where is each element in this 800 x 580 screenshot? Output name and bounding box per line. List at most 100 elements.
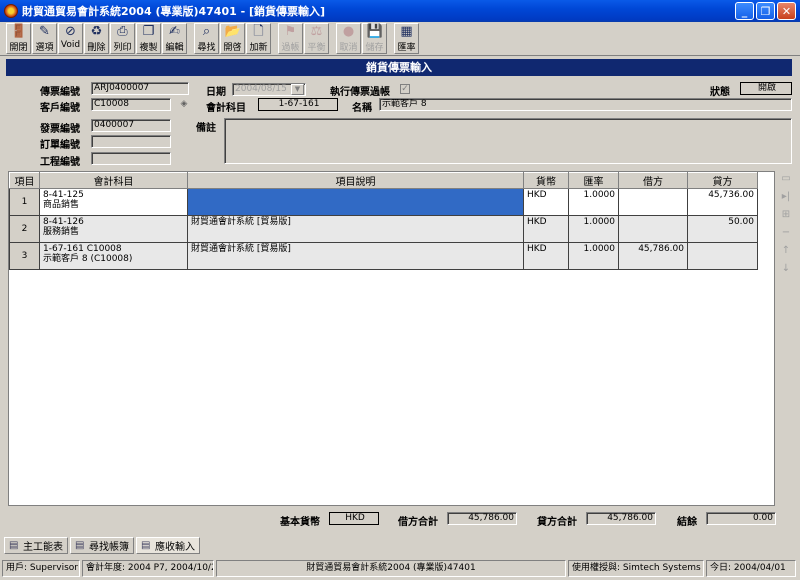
credit-cell[interactable]: 45,736.00 — [687, 188, 758, 216]
order-no-field[interactable] — [91, 135, 171, 148]
debit-total-label: 借方合計 — [398, 517, 438, 528]
col-header-debit[interactable]: 借方 — [618, 172, 688, 189]
customer-lookup-icon[interactable]: ◈ — [176, 99, 192, 113]
account-field[interactable]: 1-67-161 — [258, 98, 338, 111]
window-tab-icon: ▤ — [9, 539, 19, 551]
row-last-icon[interactable]: ▸| — [778, 189, 794, 205]
description-cell[interactable]: 財貿通會計系統 [貿易版] — [187, 215, 524, 243]
currency-cell[interactable]: HKD — [523, 242, 569, 270]
debit-cell[interactable] — [618, 188, 688, 216]
name-field[interactable]: 示範客戶 8 — [379, 98, 792, 111]
chevron-down-icon[interactable]: ▼ — [291, 84, 304, 95]
post-icon: ⚑ — [284, 24, 297, 39]
project-no-label: 工程編號 — [40, 157, 80, 168]
minimize-button[interactable]: _ — [735, 2, 754, 20]
toolbar-button-exchange-rate[interactable]: ▦ 匯率 — [394, 23, 419, 54]
voucher-no-label: 傳票編號 — [40, 87, 80, 98]
col-header-item[interactable]: 項目 — [9, 172, 40, 189]
name-label: 名稱 — [352, 103, 372, 114]
toolbar-button-print[interactable]: ⎙ 列印 — [110, 23, 135, 54]
col-header-description[interactable]: 項目說明 — [187, 172, 524, 189]
row-blank-icon[interactable]: ▭ — [778, 171, 794, 187]
table-row[interactable]: 2 8-41-126 服務銷售 財貿通會計系統 [貿易版] HKD 1.0000 … — [9, 215, 758, 243]
invoice-no-field[interactable]: 0400007 — [91, 119, 171, 132]
description-cell[interactable]: 財貿通會計系統 [貿易版] — [187, 242, 524, 270]
toolbar-button-save[interactable]: 💾 儲存 — [362, 23, 387, 54]
currency-cell[interactable]: HKD — [523, 215, 569, 243]
balance-label: 結餘 — [677, 517, 697, 528]
account-name: 示範客戶 8 (C10008) — [43, 254, 133, 264]
window-tabs: ▤ 主工能表 ▤ 尋找帳簿 ▤ 應收輸入 — [4, 537, 202, 555]
remarks-field[interactable] — [224, 118, 792, 164]
order-no-label: 訂單編號 — [40, 140, 80, 151]
debit-cell[interactable]: 45,786.00 — [618, 242, 688, 270]
copy-icon: ❐ — [142, 24, 155, 39]
toolbar-button-label: 編輯 — [165, 43, 184, 53]
tab-main-menu[interactable]: ▤ 主工能表 — [4, 537, 68, 554]
void-icon: ⊘ — [65, 24, 76, 39]
restore-button[interactable]: ❐ — [756, 2, 775, 20]
col-header-rate[interactable]: 匯率 — [568, 172, 619, 189]
credit-cell[interactable] — [687, 242, 758, 270]
posted-checkbox[interactable]: ✓ — [400, 84, 410, 94]
account-cell[interactable]: 8-41-125 商品銷售 — [39, 188, 188, 216]
window-tab-icon: ▤ — [75, 539, 85, 551]
toolbar-button-new-document[interactable]: 🗋 加新 — [246, 23, 271, 54]
tab-label: 應收輸入 — [155, 542, 195, 553]
rate-cell[interactable]: 1.0000 — [568, 215, 619, 243]
toolbar-button-door[interactable]: 🚪 開閉 — [6, 23, 31, 54]
toolbar-button-search[interactable]: ⌕ 尋找 — [194, 23, 219, 54]
toolbar: 🚪 開閉 ✎ 選項 ⊘ Void ♻ 刪除 ⎙ 列印 ❐ 複製 ✍ 編輯 ⌕ 尋找 📂 開啓 🗋 加新 ⚑ 過帳 ⚖ 平衡 ● 取… — [0, 22, 800, 56]
window-title: 財貿通貿易會計系統2004 (專業版)47401 - [銷貨傳票輸入] — [22, 5, 326, 18]
account-code: 1-67-161 C10008 — [43, 244, 122, 254]
row-delete-icon[interactable]: − — [778, 225, 794, 241]
debit-cell[interactable] — [618, 215, 688, 243]
credit-cell[interactable]: 50.00 — [687, 215, 758, 243]
posted-label: 執行傳票過帳 — [330, 87, 390, 98]
rate-cell[interactable]: 1.0000 — [568, 242, 619, 270]
account-cell[interactable]: 1-67-161 C10008 示範客戶 8 (C10008) — [39, 242, 188, 270]
col-header-account[interactable]: 會計科目 — [39, 172, 188, 189]
description-cell[interactable] — [187, 188, 524, 216]
print-icon: ⎙ — [117, 24, 128, 39]
tab-label: 主工能表 — [23, 542, 63, 553]
voucher-no-field[interactable]: ARJ0400007 — [91, 82, 189, 95]
customer-no-label: 客戶編號 — [40, 103, 80, 114]
toolbar-button-label: 列印 — [113, 43, 132, 53]
status-bar: 用戶: Supervisor 會計年度: 2004 P7, 2004/10/20… — [0, 558, 800, 578]
account-name: 商品銷售 — [43, 200, 80, 210]
search-icon: ⌕ — [202, 24, 211, 39]
close-button[interactable]: ✕ — [777, 2, 796, 20]
toolbar-button-post[interactable]: ⚑ 過帳 — [278, 23, 303, 54]
account-cell[interactable]: 8-41-126 服務銷售 — [39, 215, 188, 243]
row-down-icon[interactable]: ↓ — [778, 261, 794, 277]
col-header-currency[interactable]: 貨幣 — [523, 172, 569, 189]
status-license: 使用權授與: Simtech Systems Ltd. — [568, 559, 704, 577]
toolbar-button-open-folder[interactable]: 📂 開啓 — [220, 23, 245, 54]
customer-no-field[interactable]: C10008 — [91, 98, 171, 111]
tab-receivable-entry[interactable]: ▤ 應收輸入 — [136, 537, 200, 554]
tab-find-ledger[interactable]: ▤ 尋找帳簿 — [70, 537, 134, 554]
toolbar-button-delete[interactable]: ♻ 刪除 — [84, 23, 109, 54]
account-code: 8-41-125 — [43, 190, 84, 200]
toolbar-button-balance[interactable]: ⚖ 平衡 — [304, 23, 329, 54]
row-nav-buttons: ▭ ▸| ⊞ − ↑ ↓ — [778, 171, 796, 279]
table-row[interactable]: 3 1-67-161 C10008 示範客戶 8 (C10008) 財貿通會計系統… — [9, 242, 758, 270]
row-insert-icon[interactable]: ⊞ — [778, 207, 794, 223]
col-header-credit[interactable]: 貸方 — [687, 172, 758, 189]
toolbar-button-label: 加新 — [249, 43, 268, 53]
toolbar-button-edit[interactable]: ✍ 編輯 — [162, 23, 187, 54]
currency-cell[interactable]: HKD — [523, 188, 569, 216]
toolbar-button-copy[interactable]: ❐ 複製 — [136, 23, 161, 54]
toolbar-button-cancel[interactable]: ● 取消 — [336, 23, 361, 54]
toolbar-button-void[interactable]: ⊘ Void — [58, 23, 83, 54]
table-row[interactable]: 1 8-41-125 商品銷售 HKD 1.0000 45,736.00 — [9, 188, 758, 216]
project-no-field[interactable] — [91, 152, 171, 165]
rate-cell[interactable]: 1.0000 — [568, 188, 619, 216]
app-icon[interactable] — [4, 4, 18, 18]
toolbar-button-label: 刪除 — [87, 43, 106, 53]
base-currency-field: HKD — [329, 512, 379, 525]
row-up-icon[interactable]: ↑ — [778, 243, 794, 259]
status-label: 狀態 — [710, 87, 730, 98]
toolbar-button-options[interactable]: ✎ 選項 — [32, 23, 57, 54]
